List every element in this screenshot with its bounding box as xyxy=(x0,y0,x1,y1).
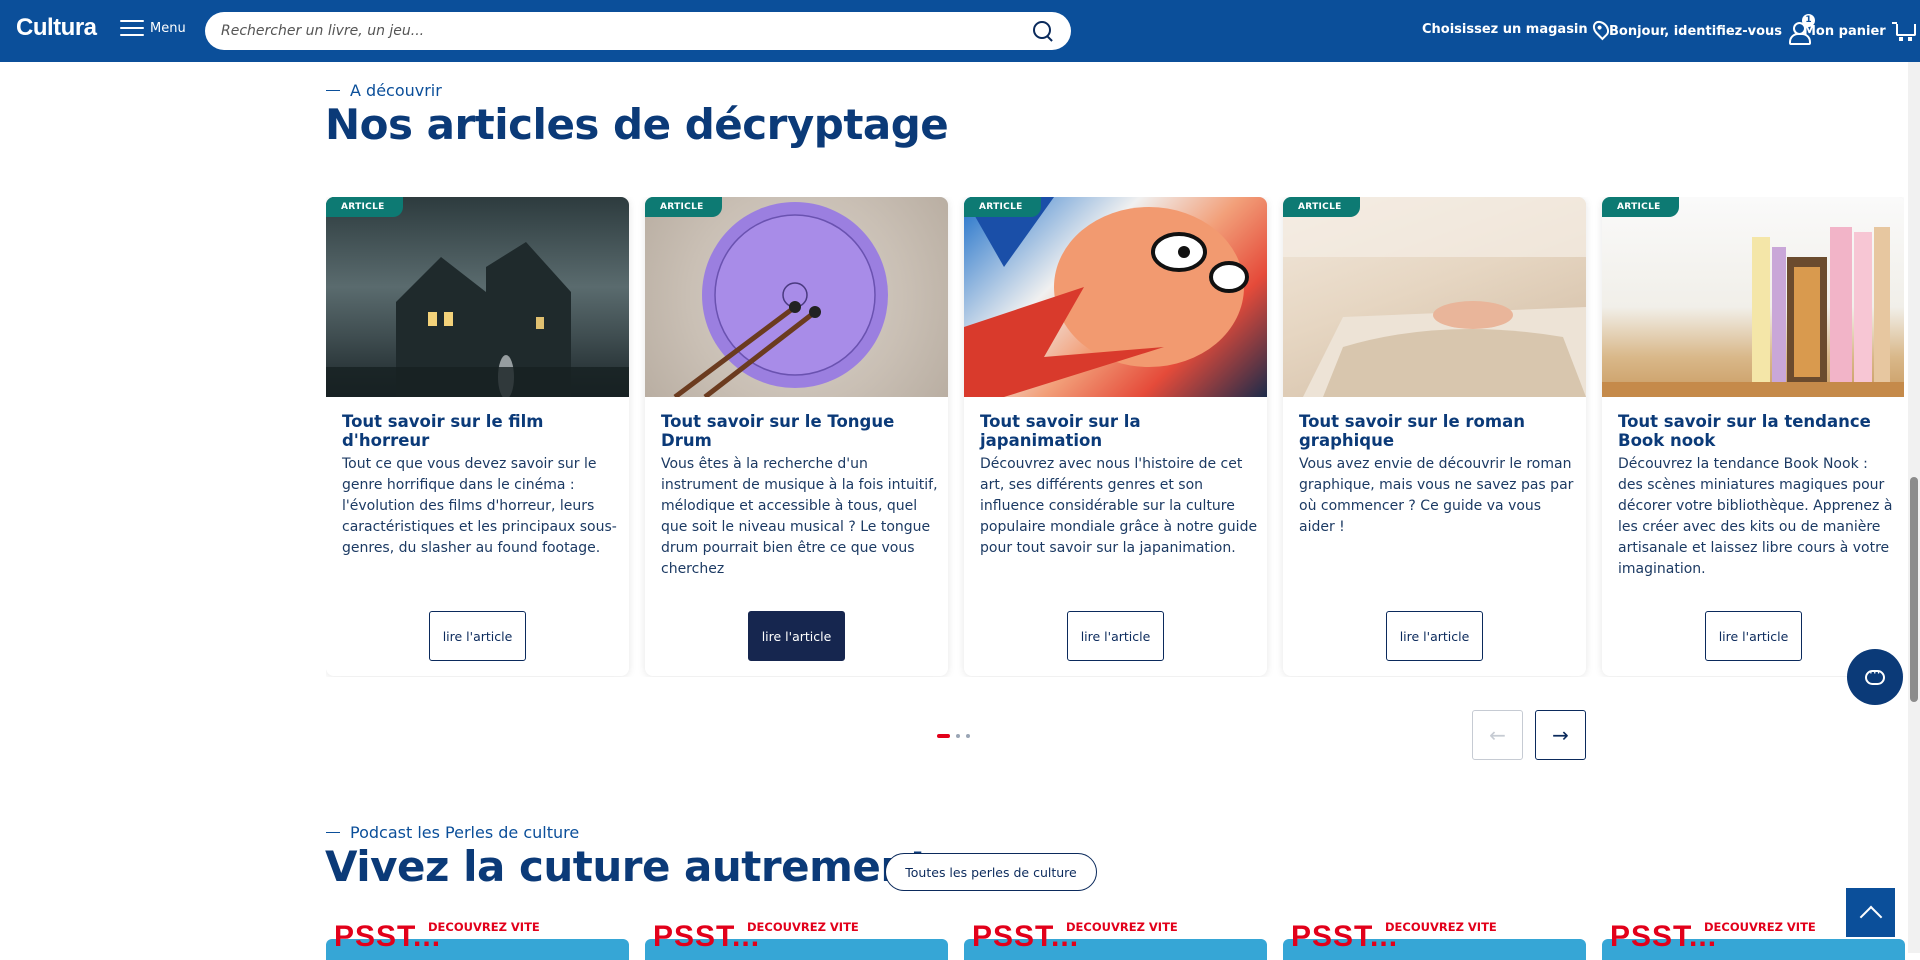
article-title[interactable]: Tout savoir sur la tendance Book nook xyxy=(1618,412,1893,450)
carousel-dot[interactable] xyxy=(966,734,970,738)
cultura-logo[interactable]: Cultura xyxy=(16,14,97,42)
discover-label: DECOUVREZ VITE xyxy=(428,920,540,934)
search-bar xyxy=(205,12,1071,50)
hamburger-icon xyxy=(120,18,144,38)
back-to-top-button[interactable] xyxy=(1846,888,1895,937)
search-icon[interactable] xyxy=(1031,19,1055,43)
read-article-button[interactable]: lire l'article xyxy=(1067,611,1164,661)
psst-text: PSST... xyxy=(1610,920,1718,953)
article-description: Tout ce que vous devez savoir sur le gen… xyxy=(342,456,617,556)
psst-text: PSST... xyxy=(334,920,442,953)
article-card: ARTICLE Tout savoir sur la japanimation … xyxy=(964,197,1267,676)
read-article-button[interactable]: lire l'article xyxy=(1705,611,1802,661)
article-tag: ARTICLE xyxy=(645,197,722,217)
all-podcasts-button[interactable]: Toutes les perles de culture xyxy=(885,853,1097,891)
arrow-left-icon: ← xyxy=(1489,723,1506,747)
arrow-right-icon: → xyxy=(1552,723,1569,747)
cart-label: Mon panier xyxy=(1803,23,1886,39)
carousel-dot[interactable] xyxy=(937,734,950,738)
book-nook-image[interactable]: ARTICLE xyxy=(1602,197,1904,397)
article-tag: ARTICLE xyxy=(1602,197,1679,217)
article-description: Découvrez avec nous l'histoire de cet ar… xyxy=(980,456,1258,556)
article-description: Vous avez envie de découvrir le roman gr… xyxy=(1299,456,1574,535)
read-article-button[interactable]: lire l'article xyxy=(1386,611,1483,661)
book-nook-art xyxy=(1602,227,1904,397)
menu-label: Menu xyxy=(150,20,186,36)
read-article-button[interactable]: lire l'article xyxy=(429,611,526,661)
article-card: ARTICLE Tout savoir sur le film d'horreu… xyxy=(326,197,629,676)
chevron-up-icon xyxy=(1859,905,1882,928)
article-title[interactable]: Tout savoir sur la japanimation xyxy=(980,412,1255,450)
account-label: Bonjour, identifiez-vous xyxy=(1609,23,1783,39)
top-header: Cultura Menu Choisissez un magasin Bonjo… xyxy=(0,0,1920,62)
article-description: Découvrez la tendance Book Nook : des sc… xyxy=(1618,456,1893,577)
podcast-eyebrow-text: Podcast les Perles de culture xyxy=(350,823,580,842)
store-selector[interactable]: Choisissez un magasin xyxy=(1422,17,1612,41)
podcast-card[interactable]: PSST... DECOUVREZ VITE xyxy=(964,920,1267,960)
eyebrow-text: A découvrir xyxy=(350,81,442,100)
cart-icon xyxy=(1891,20,1916,42)
psst-text: PSST... xyxy=(1291,920,1399,953)
section-title: Nos articles de décryptage xyxy=(325,100,949,149)
carousel-prev-button[interactable]: ← xyxy=(1472,710,1523,760)
haunted-house-image[interactable]: ARTICLE xyxy=(326,197,629,399)
article-card: ARTICLE Tout savoir sur le Tongue Drum V… xyxy=(645,197,948,676)
search-input[interactable] xyxy=(221,23,1031,39)
haunted-house-art xyxy=(326,242,629,399)
reading-child-image[interactable]: ARTICLE xyxy=(1283,197,1586,397)
page-scrollbar[interactable] xyxy=(1908,62,1920,953)
section-eyebrow: A découvrir xyxy=(326,81,442,100)
menu-button[interactable]: Menu xyxy=(120,18,186,38)
cart-link[interactable]: Mon panier xyxy=(1803,20,1916,42)
podcast-card[interactable]: PSST... DECOUVREZ VITE xyxy=(326,920,629,960)
article-tag: ARTICLE xyxy=(326,197,403,217)
anime-character-image[interactable]: ARTICLE xyxy=(964,197,1267,397)
discover-label: DECOUVREZ VITE xyxy=(747,920,859,934)
reading-art xyxy=(1283,197,1586,397)
discover-label: DECOUVREZ VITE xyxy=(1704,920,1816,934)
logo-text: Cultura xyxy=(16,14,97,41)
psst-text: PSST... xyxy=(972,920,1080,953)
chat-bubble-icon xyxy=(1865,666,1885,685)
anime-character-art xyxy=(964,197,1249,397)
article-title[interactable]: Tout savoir sur le film d'horreur xyxy=(342,412,617,450)
article-card: ARTICLE Tout savoir sur la tendance Book… xyxy=(1602,197,1904,676)
store-label: Choisissez un magasin xyxy=(1422,21,1588,37)
article-tag: ARTICLE xyxy=(964,197,1041,217)
carousel-dot[interactable] xyxy=(956,734,960,738)
chat-button[interactable] xyxy=(1847,649,1903,705)
psst-text: PSST... xyxy=(653,920,761,953)
podcast-title: Vivez la cuture autrement xyxy=(325,842,930,891)
discover-label: DECOUVREZ VITE xyxy=(1066,920,1178,934)
tongue-drum-image[interactable]: ARTICLE xyxy=(645,197,948,399)
account-link[interactable]: Bonjour, identifiez-vous 1 xyxy=(1609,14,1816,45)
read-article-button[interactable]: lire l'article xyxy=(748,611,845,661)
carousel-next-button[interactable]: → xyxy=(1535,710,1586,760)
article-description: Vous êtes à la recherche d'un instrument… xyxy=(661,456,938,577)
article-title[interactable]: Tout savoir sur le Tongue Drum xyxy=(661,412,936,450)
discover-label: DECOUVREZ VITE xyxy=(1385,920,1497,934)
article-title[interactable]: Tout savoir sur le roman graphique xyxy=(1299,412,1574,450)
article-card: ARTICLE Tout savoir sur le roman graphiq… xyxy=(1283,197,1586,676)
podcast-eyebrow: Podcast les Perles de culture xyxy=(326,823,579,842)
article-tag: ARTICLE xyxy=(1283,197,1360,217)
podcast-card[interactable]: PSST... DECOUVREZ VITE xyxy=(1283,920,1586,960)
podcast-card[interactable]: PSST... DECOUVREZ VITE xyxy=(645,920,948,960)
tongue-drum-art xyxy=(673,202,888,399)
articles-carousel: ARTICLE Tout savoir sur le film d'horreu… xyxy=(326,197,1904,677)
carousel-dots xyxy=(937,734,970,738)
scrollbar-thumb[interactable] xyxy=(1910,477,1918,702)
